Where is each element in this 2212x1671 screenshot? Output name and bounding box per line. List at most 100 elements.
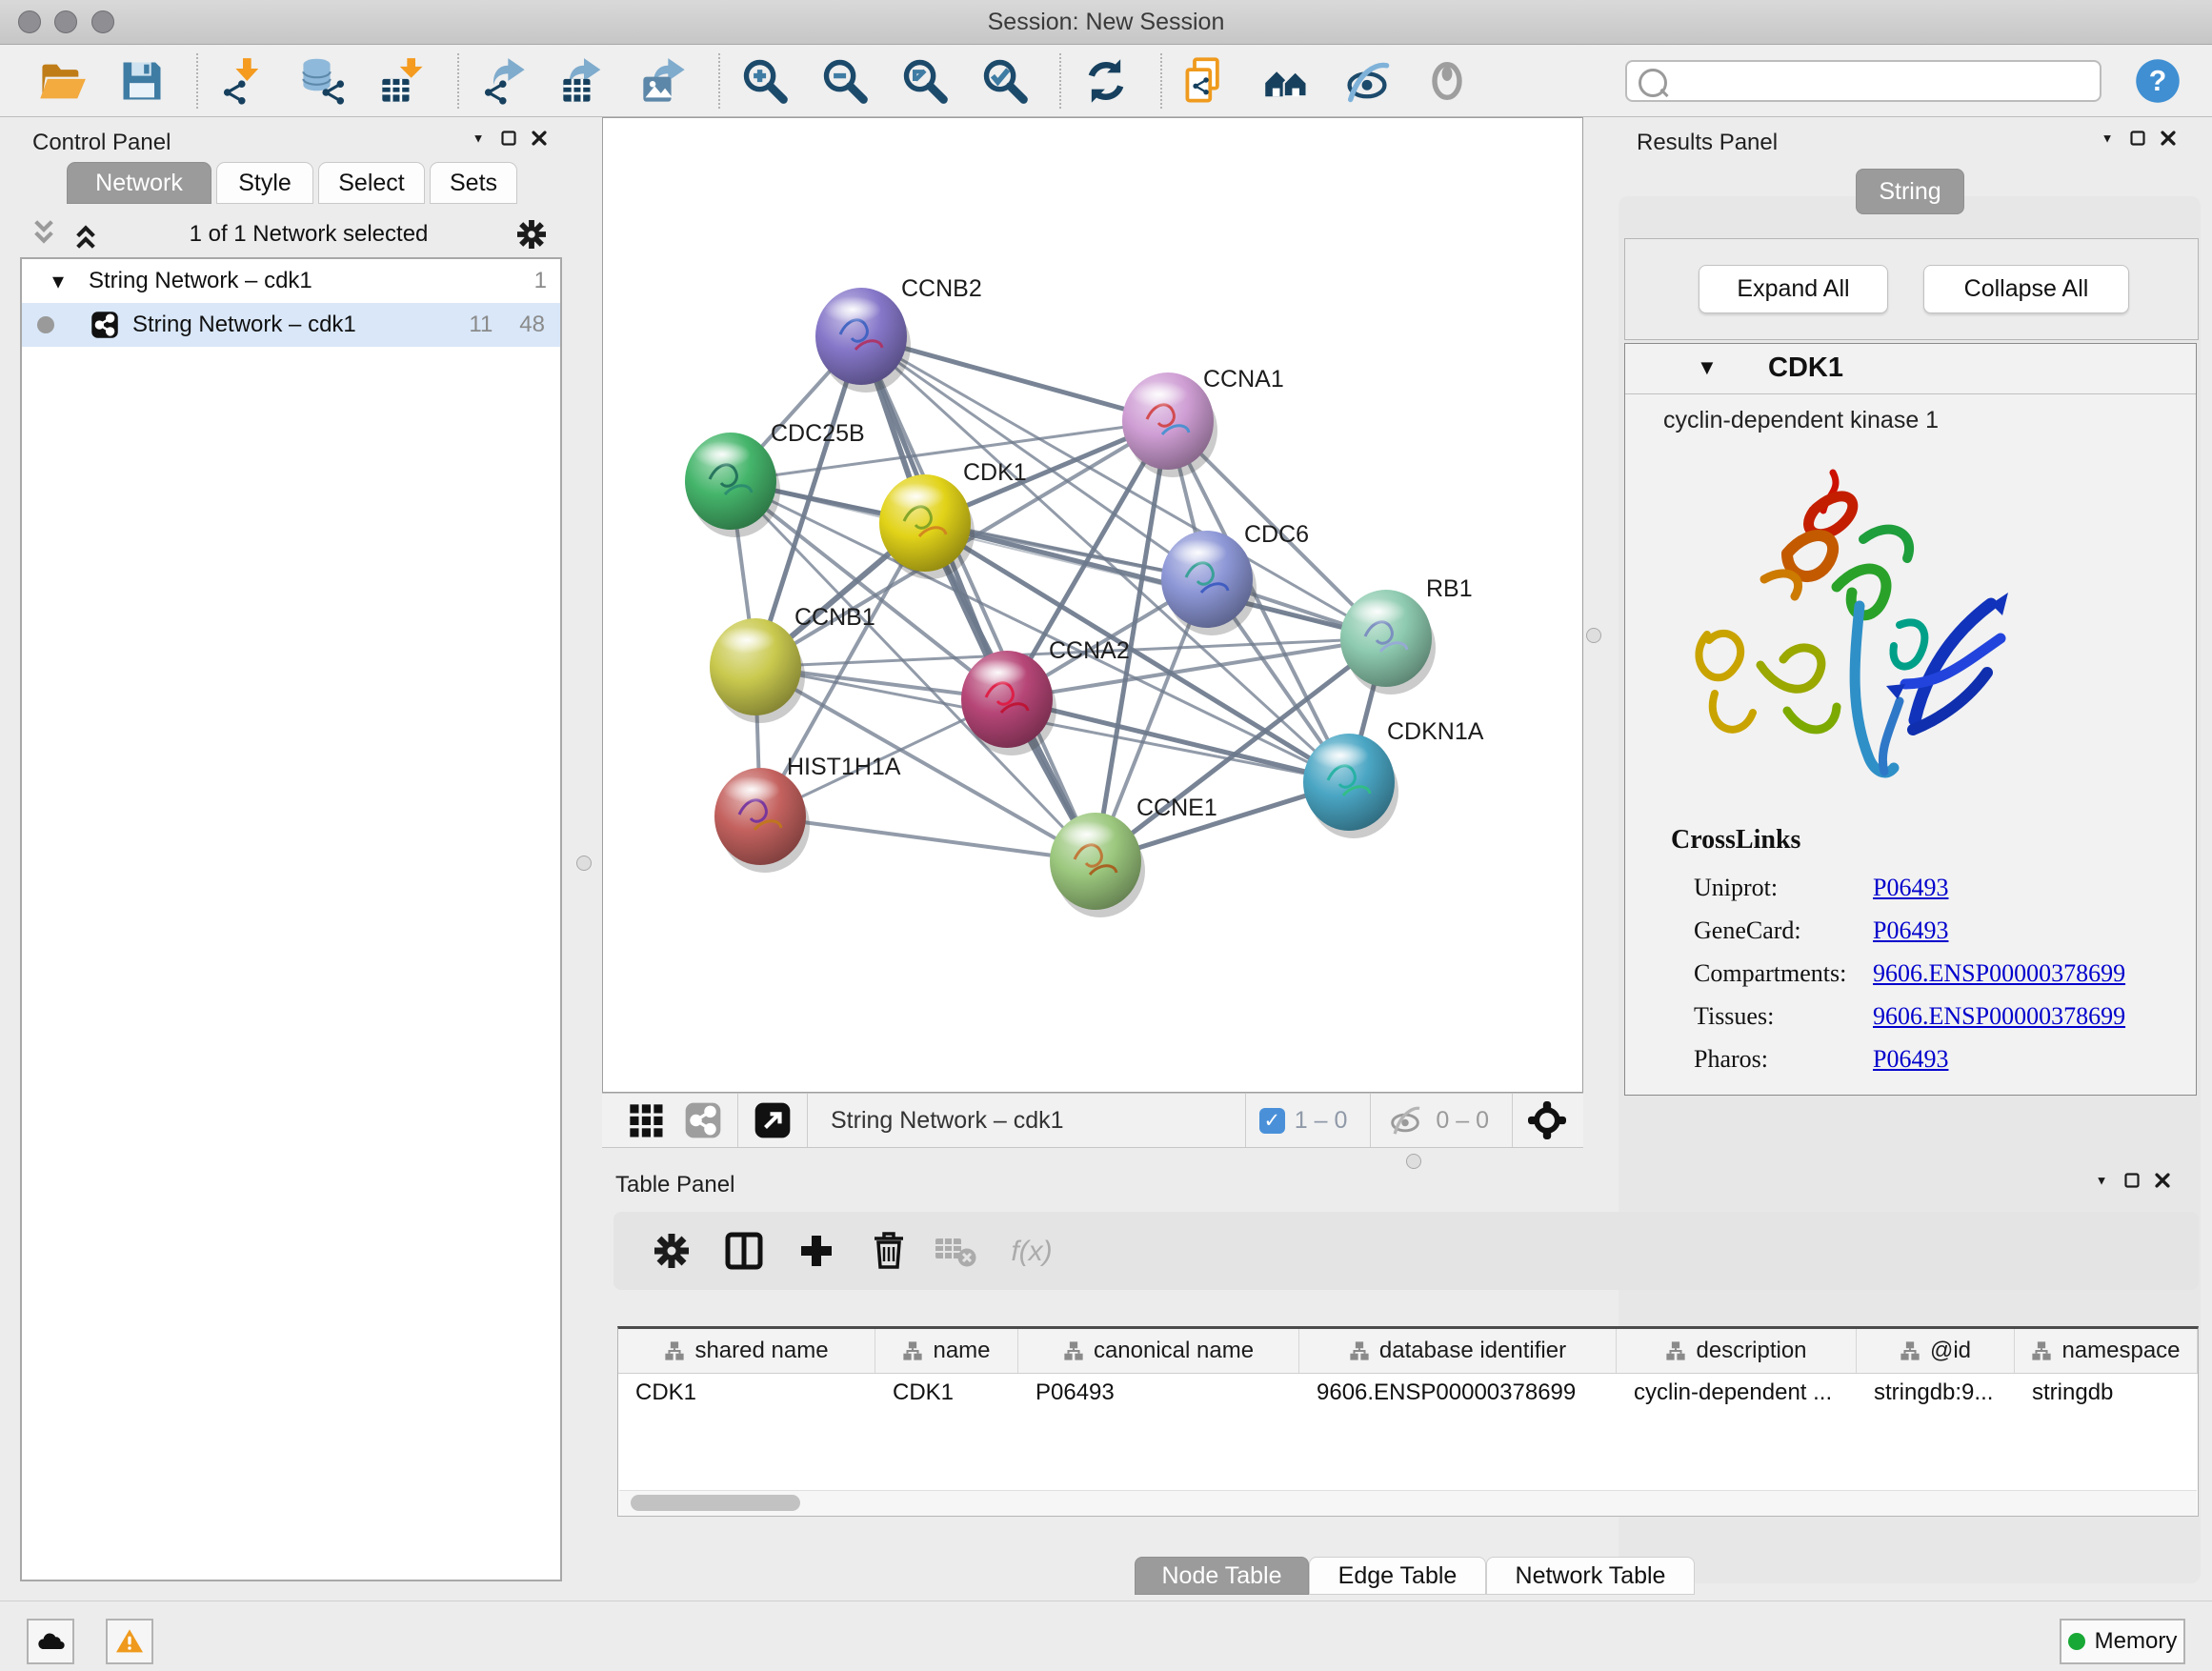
- network-node-CCNB2[interactable]: [815, 288, 911, 393]
- delete-table-button[interactable]: [930, 1225, 981, 1277]
- zoom-out-button[interactable]: [817, 53, 873, 109]
- hide-selection-button[interactable]: [1339, 53, 1395, 109]
- tab-string[interactable]: String: [1856, 169, 1964, 214]
- network-node-CDC6[interactable]: [1161, 531, 1257, 635]
- tab-select[interactable]: Select: [318, 162, 425, 204]
- columns-button[interactable]: [718, 1225, 770, 1277]
- float-icon[interactable]: [493, 126, 524, 157]
- table-cell[interactable]: stringdb:9...: [1857, 1374, 2015, 1412]
- open-session-button[interactable]: [34, 53, 90, 109]
- window-title: Session: New Session: [0, 9, 2212, 36]
- crosslink-link[interactable]: P06493: [1873, 1045, 1948, 1074]
- network-row-selected[interactable]: String Network – cdk1 11 48: [22, 303, 560, 347]
- collection-label: String Network – cdk1: [89, 268, 534, 294]
- crosslink-link[interactable]: 9606.ENSP00000378699: [1873, 959, 2125, 988]
- expand-all-button[interactable]: Expand All: [1699, 265, 1888, 313]
- column-header-shared-name[interactable]: shared name: [618, 1329, 875, 1373]
- tab-network[interactable]: Network: [67, 162, 211, 204]
- network-node-CDKN1A[interactable]: [1303, 734, 1398, 838]
- grid-view-icon[interactable]: [625, 1099, 667, 1141]
- expand-all-networks-icon[interactable]: [65, 213, 107, 255]
- network-node-CDK1[interactable]: [879, 474, 975, 579]
- table-cell[interactable]: 9606.ENSP00000378699: [1299, 1374, 1617, 1412]
- table-cell[interactable]: CDK1: [618, 1374, 875, 1412]
- tab-node-table[interactable]: Node Table: [1135, 1557, 1309, 1595]
- crosslink-link[interactable]: 9606.ENSP00000378699: [1873, 1002, 2125, 1031]
- search-input[interactable]: [1625, 60, 2101, 102]
- zoom-in-button[interactable]: [737, 53, 793, 109]
- network-node-CCNE1[interactable]: [1050, 813, 1145, 917]
- tab-sets[interactable]: Sets: [430, 162, 517, 204]
- fit-selection-target-icon[interactable]: [1526, 1099, 1568, 1141]
- collapse-all-networks-icon[interactable]: [23, 213, 65, 255]
- export-image-button[interactable]: [636, 53, 692, 109]
- share-network-icon[interactable]: [682, 1099, 724, 1141]
- gene-section-header[interactable]: ▼ CDK1: [1625, 344, 2196, 394]
- column-header-name[interactable]: name: [875, 1329, 1018, 1373]
- new-network-from-selection-button[interactable]: [1179, 53, 1235, 109]
- section-collapse-caret-icon[interactable]: ▼: [1697, 355, 1718, 380]
- zoom-selected-button[interactable]: [977, 53, 1033, 109]
- function-builder-button[interactable]: f(x): [1006, 1225, 1057, 1277]
- cloud-button[interactable]: [27, 1619, 74, 1664]
- network-options-gear-icon[interactable]: [511, 213, 553, 255]
- collection-expand-caret-icon[interactable]: ▾: [22, 268, 64, 295]
- column-header-database-identifier[interactable]: database identifier: [1299, 1329, 1617, 1373]
- table-cell[interactable]: cyclin-dependent ...: [1617, 1374, 1857, 1412]
- table-horizontal-scrollbar[interactable]: [619, 1490, 2197, 1516]
- help-button[interactable]: ?: [2130, 53, 2185, 109]
- scrollbar-thumb[interactable]: [631, 1495, 800, 1511]
- column-label: description: [1696, 1338, 1806, 1364]
- column-header-namespace[interactable]: namespace: [2015, 1329, 2198, 1373]
- import-table-file-button[interactable]: [375, 53, 431, 109]
- apply-layout-button[interactable]: [1078, 53, 1134, 109]
- zoom-fit-button[interactable]: [897, 53, 953, 109]
- crosslink-link[interactable]: P06493: [1873, 874, 1948, 902]
- crosslink-label: Pharos:: [1694, 1045, 1873, 1074]
- network-node-HIST1H1A[interactable]: [714, 768, 810, 873]
- collapse-icon[interactable]: ▼: [463, 126, 493, 157]
- network-view-canvas[interactable]: CCNB2CCNA1CDC25BCDK1CDC6RB1CCNB1CCNA2CDK…: [602, 117, 1583, 1093]
- collapse-icon[interactable]: ▼: [2086, 1168, 2117, 1199]
- left-splitter-handle[interactable]: [576, 856, 592, 871]
- float-icon[interactable]: [2117, 1168, 2147, 1199]
- close-icon[interactable]: [2147, 1168, 2178, 1199]
- tab-network-table[interactable]: Network Table: [1486, 1557, 1695, 1595]
- export-table-button[interactable]: [556, 53, 612, 109]
- selected-nodes-checkbox[interactable]: ✓: [1259, 1108, 1285, 1134]
- tab-style[interactable]: Style: [216, 162, 313, 204]
- control-panel: Control Panel ▼ NetworkStyleSelectSets 1…: [10, 122, 564, 1585]
- settings-button[interactable]: [646, 1225, 697, 1277]
- hidden-eye-slash-icon[interactable]: [1384, 1099, 1426, 1141]
- show-all-button[interactable]: [1419, 53, 1475, 109]
- column-header-canonical-name[interactable]: canonical name: [1018, 1329, 1299, 1373]
- network-node-CDC25B[interactable]: [685, 433, 780, 537]
- import-network-file-button[interactable]: [215, 53, 271, 109]
- float-icon[interactable]: [2122, 126, 2153, 157]
- crosslink-row: Compartments:9606.ENSP00000378699: [1694, 952, 2170, 995]
- table-cell[interactable]: CDK1: [875, 1374, 1018, 1412]
- column-header-description[interactable]: description: [1617, 1329, 1857, 1373]
- warning-button[interactable]: [106, 1619, 153, 1664]
- table-cell[interactable]: stringdb: [2015, 1374, 2198, 1412]
- collapse-icon[interactable]: ▼: [2092, 126, 2122, 157]
- network-node-CCNA2[interactable]: [961, 651, 1056, 755]
- column-header--id[interactable]: @id: [1857, 1329, 2015, 1373]
- table-cell[interactable]: P06493: [1018, 1374, 1299, 1412]
- open-in-new-window-icon[interactable]: [752, 1099, 794, 1141]
- add-column-button[interactable]: [791, 1225, 842, 1277]
- crosslink-link[interactable]: P06493: [1873, 916, 1948, 945]
- network-node-RB1[interactable]: [1340, 590, 1436, 695]
- memory-button[interactable]: Memory: [2060, 1619, 2185, 1664]
- delete-column-button[interactable]: [863, 1225, 915, 1277]
- save-session-button[interactable]: [114, 53, 170, 109]
- tab-edge-table[interactable]: Edge Table: [1309, 1557, 1486, 1595]
- export-network-button[interactable]: [476, 53, 532, 109]
- collapse-all-button[interactable]: Collapse All: [1923, 265, 2129, 313]
- close-icon[interactable]: [524, 126, 554, 157]
- table-row[interactable]: CDK1CDK1P064939606.ENSP00000378699cyclin…: [618, 1374, 2198, 1412]
- close-icon[interactable]: [2153, 126, 2183, 157]
- network-collection-row[interactable]: ▾ String Network – cdk1 1: [22, 259, 560, 303]
- first-neighbors-button[interactable]: [1259, 53, 1315, 109]
- import-network-database-button[interactable]: [295, 53, 351, 109]
